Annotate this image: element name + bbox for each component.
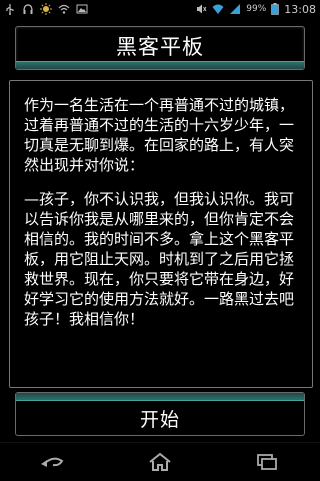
status-left-icons: [4, 3, 88, 15]
signal-icon: [230, 4, 241, 14]
wifi-signal-icon: [58, 4, 70, 14]
status-bar: 99% 13:08: [0, 0, 320, 18]
battery-icon: [271, 3, 280, 15]
story-paragraph-1: 作为一名生活在一个再普通不过的城镇，过着再普通不过的生活的十六岁少年，一切真是无…: [24, 96, 295, 174]
status-right-icons: 99% 13:08: [195, 3, 316, 16]
start-accent-bar: [16, 393, 304, 401]
back-button[interactable]: [33, 447, 73, 477]
mute-icon: [197, 4, 207, 14]
start-button[interactable]: 开始: [15, 392, 305, 436]
home-button[interactable]: [140, 447, 180, 477]
story-text: 作为一名生活在一个再普通不过的城镇，过着再普通不过的生活的十六岁少年，一切真是无…: [24, 95, 300, 343]
headphone-icon: [23, 4, 33, 14]
start-button-label: 开始: [139, 409, 180, 431]
back-icon: [41, 457, 64, 467]
title-panel: 黑客平板: [15, 26, 305, 70]
recent-apps-icon: [256, 454, 277, 470]
brightness-icon: [40, 3, 52, 15]
navigation-bar: [0, 442, 320, 481]
wifi-icon: [212, 4, 224, 14]
image-icon: [76, 4, 88, 14]
app-title: 黑客平板: [116, 35, 204, 59]
story-paragraph-2: —孩子，你不认识我，但我认识你。我可以告诉你我是从哪里来的，但你肯定不会相信的。…: [24, 190, 295, 328]
story-panel: 作为一名生活在一个再普通不过的城镇，过着再普通不过的生活的十六岁少年，一切真是无…: [9, 80, 313, 388]
home-icon: [149, 452, 171, 471]
battery-percent: 99%: [246, 4, 267, 14]
usb-icon: [6, 4, 14, 15]
title-accent-bar: [16, 61, 304, 69]
recent-apps-button[interactable]: [247, 447, 287, 477]
status-time: 13:08: [284, 2, 316, 16]
